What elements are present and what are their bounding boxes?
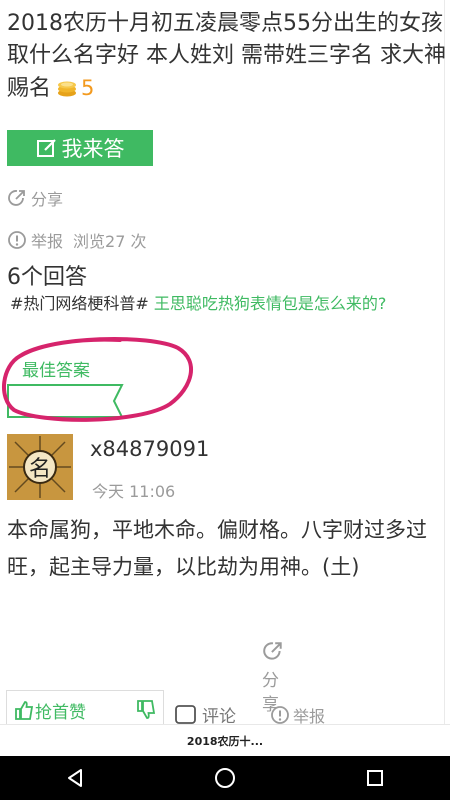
bottom-tab-bar[interactable]: 2018农历十... <box>0 724 450 757</box>
username[interactable]: x84879091 <box>90 437 209 461</box>
recents-square-icon <box>367 770 383 786</box>
comment-icon <box>175 704 196 724</box>
home-circle-icon <box>215 768 235 788</box>
hot-topic-link[interactable]: 王思聪吃热狗表情包是怎么来的? <box>149 294 387 313</box>
avatar-image: 名 <box>7 434 73 500</box>
share-icon <box>263 642 282 660</box>
answer-button-label: 我来答 <box>61 137 125 161</box>
edit-icon <box>36 139 56 157</box>
share-icon <box>8 190 25 206</box>
thumbs-up-icon <box>15 701 34 720</box>
hot-topic-banner[interactable]: #热门网络梗科普# 王思聪吃热狗表情包是怎么来的? <box>10 292 440 316</box>
answer-body: 本命属狗，平地木命。偏财格。八字财过多过旺，起主导力量，以比劫为用神。(土) <box>7 518 427 579</box>
bottom-tab-label: 2018农历十... <box>186 735 264 748</box>
like-label: 抢首赞 <box>35 702 86 723</box>
recents-button[interactable] <box>355 758 395 798</box>
share-link[interactable]: 分享 <box>7 186 63 210</box>
thumbs-down-icon[interactable] <box>135 699 157 721</box>
view-count: 浏览27 次 <box>73 232 147 251</box>
avatar[interactable]: 名 <box>7 434 73 500</box>
answer-button[interactable]: 我来答 <box>7 130 153 166</box>
report-link[interactable]: 举报 <box>31 228 63 252</box>
back-triangle-icon <box>68 769 82 787</box>
hand-drawn-circle-mark <box>1 337 193 422</box>
hot-topic-tag: #热门网络梗科普# <box>10 294 149 313</box>
page-edge <box>444 0 445 724</box>
back-button[interactable] <box>55 758 95 798</box>
warning-icon <box>8 231 26 249</box>
home-button[interactable] <box>205 758 245 798</box>
system-nav-bar <box>0 756 450 800</box>
report-row: 举报 浏览27 次 <box>7 228 146 252</box>
coins-icon <box>57 75 77 97</box>
answer-timestamp: 今天 11:06 <box>92 482 176 501</box>
warning-icon <box>271 706 289 724</box>
share-label: 分享 <box>31 190 64 209</box>
answers-count: 6个回答 <box>7 265 87 290</box>
avatar-char: 名 <box>29 457 51 482</box>
reward-amount: 5 <box>81 76 95 100</box>
question-title: 2018农历十月初五凌晨零点55分出生的女孩取什么名字好 本人姓刘 需带姓三字名… <box>7 8 447 105</box>
